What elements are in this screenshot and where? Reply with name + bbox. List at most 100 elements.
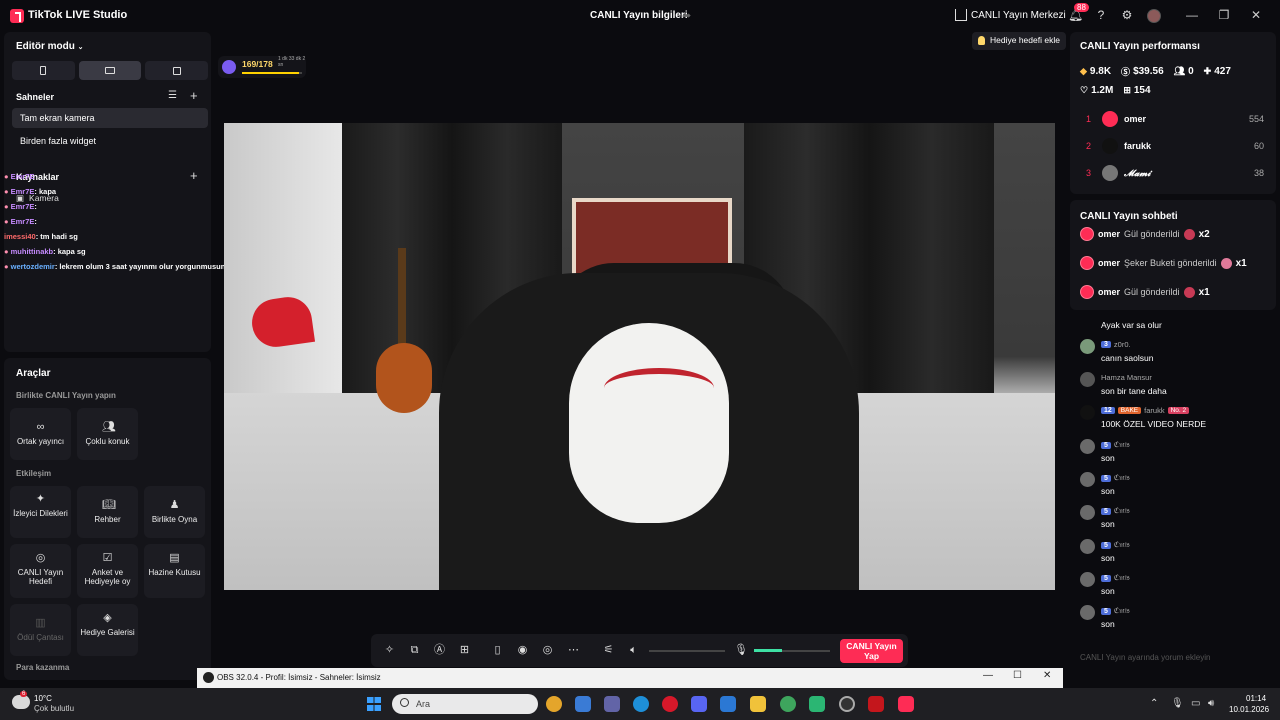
cloud-icon[interactable] [12, 695, 30, 709]
avatar [1080, 227, 1094, 241]
avatar [1080, 539, 1095, 554]
more-icon[interactable]: ⋯ [567, 644, 580, 657]
editor-mode-dropdown[interactable]: Editör modu ⌄ [16, 41, 84, 52]
share-icon[interactable]: ➦ [682, 9, 694, 22]
tool-reward-bag[interactable]: ▥ Ödül Çantası [10, 604, 71, 656]
gift-row: omer Gül gönderildi x1 [1080, 283, 1270, 301]
streak-value: 169/178 [242, 59, 273, 69]
mic-volume-fill [754, 649, 782, 652]
overlay-line: ● Emr7E: kapa [4, 187, 57, 196]
maximize-icon[interactable]: ☐ [1013, 670, 1022, 681]
capture-icon[interactable]: ◎ [541, 644, 554, 657]
effects-icon[interactable]: ⧉ [408, 644, 421, 657]
heart-icon: ♡ [1080, 85, 1089, 95]
chat-input[interactable]: CANLI Yayın ayarında yorum ekleyin [1072, 650, 1268, 668]
ranking-row[interactable]: 2 farukk 60 [1080, 136, 1266, 158]
rotate-mode-button[interactable] [145, 61, 209, 80]
speaker-icon[interactable]: 🔈︎ [627, 644, 640, 657]
search-placeholder: Ara [416, 699, 431, 709]
checkbox-icon: ☑ [102, 552, 113, 564]
speaker-volume-slider[interactable] [649, 650, 725, 652]
chat-overlay: ● Emr7E ● Emr7E: kapa ● Emr7E: ● Emr7E: … [4, 172, 225, 277]
maximize-icon[interactable]: ❐ [1216, 7, 1232, 23]
help-icon[interactable]: ? [1094, 8, 1108, 22]
phone-icon[interactable]: ▯ [491, 644, 504, 657]
display-icon[interactable]: ▭ [1191, 698, 1200, 709]
clock-time[interactable]: 01:14 [1246, 694, 1266, 703]
edge-icon[interactable] [633, 696, 649, 712]
obs-window-bar[interactable]: OBS 32.0.4 - Profil: İsimsiz - Sahneler:… [197, 668, 1063, 688]
tool-gift-gallery[interactable]: ◈ Hediye Galerisi [77, 604, 138, 656]
tool-viewer-wishes[interactable]: ✦ İzleyici Dilekleri [10, 486, 71, 538]
overlay-line: imessi40: tm hadi sg [4, 232, 78, 241]
list-icon[interactable]: ☰ [168, 90, 177, 101]
chrome-profile-icon[interactable] [780, 696, 796, 712]
go-live-button[interactable]: CANLI Yayın Yap [840, 639, 903, 663]
minimize-icon[interactable]: — [1184, 7, 1200, 23]
phone-icon [40, 66, 47, 75]
avatar [1080, 439, 1095, 454]
close-icon[interactable]: ✕ [1248, 7, 1264, 23]
wish-icon: ✦ [35, 493, 46, 505]
scene-item-multi-widget[interactable]: Birden fazla widget [12, 131, 208, 151]
portrait-mode-button[interactable] [12, 61, 75, 80]
tool-multi-guest[interactable]: 👥︎ Çoklu konuk [77, 408, 138, 460]
ai-icon[interactable]: Ⓐ [433, 644, 446, 657]
chevron-up-icon[interactable]: ⌃ [1150, 698, 1158, 709]
ranking-row[interactable]: 3 𝓜𝓪𝓶𝓲 38 [1080, 163, 1266, 185]
taskbar-search[interactable]: Ara [392, 694, 538, 714]
tool-treasure-box[interactable]: ▤ Hazine Kutusu [144, 544, 205, 598]
live-info-button[interactable]: CANLI Yayın bilgileri [590, 10, 688, 21]
search-icon [400, 698, 409, 707]
tiktok-taskbar-icon[interactable] [898, 696, 914, 712]
scene-item-fullscreen-camera[interactable]: Tam ekran kamera [12, 108, 208, 128]
chrome-icon[interactable] [546, 696, 562, 712]
book-icon: 📖︎ [102, 499, 116, 511]
title-bar: TikTok LIVE Studio CANLI Yayın bilgileri… [0, 0, 1280, 32]
streak-time: 1 dk 33 dk 2 sn [278, 56, 306, 68]
level-badge: 5 [1101, 541, 1111, 549]
record-icon[interactable]: ◉ [516, 644, 529, 657]
skull-mask [569, 323, 729, 523]
tool-live-goal[interactable]: ◎ CANLI Yayın Hedefi [10, 544, 71, 598]
settings-sliders-icon[interactable]: ⚟ [602, 644, 615, 657]
live-center-button[interactable]: CANLI Yayın Merkezi [955, 9, 1066, 21]
opera-icon[interactable] [662, 696, 678, 712]
mail-icon[interactable] [720, 696, 736, 712]
rose-icon [1183, 286, 1195, 298]
app-icon[interactable] [809, 696, 825, 712]
add-scene-icon[interactable]: + [190, 88, 198, 103]
add-gift-goal-button[interactable]: Hediye hedefi ekle [972, 32, 1066, 50]
clock-date[interactable]: 10.01.2026 [1229, 705, 1269, 714]
ranking-row[interactable]: 1 omer 554 [1080, 109, 1266, 131]
video-preview[interactable] [224, 123, 1055, 590]
minimize-icon[interactable]: — [983, 670, 993, 681]
guitar-neck [398, 248, 406, 348]
profile-avatar[interactable] [1147, 9, 1161, 23]
obs-taskbar-icon[interactable] [839, 696, 855, 712]
editor-mode-label: Editör modu [16, 41, 75, 52]
avatar [1080, 505, 1095, 520]
teams-icon[interactable] [604, 696, 620, 712]
store-icon[interactable] [575, 696, 591, 712]
microphone-tray-icon[interactable]: 🎙︎ [1171, 698, 1184, 709]
tool-cohost[interactable]: ∞ Ortak yayıncı [10, 408, 71, 460]
magic-wand-icon[interactable]: ✧ [383, 644, 396, 657]
gear-icon[interactable]: ⚙ [1120, 8, 1134, 22]
close-icon[interactable]: ✕ [1043, 670, 1051, 681]
streak-widget[interactable]: 169/178 1 dk 33 dk 2 sn [218, 56, 306, 78]
avatar [1102, 138, 1118, 154]
performance-title: CANLI Yayın performansı [1080, 41, 1200, 52]
landscape-mode-button[interactable] [78, 61, 142, 80]
youtube-icon[interactable] [868, 696, 884, 712]
folder-icon[interactable] [750, 696, 766, 712]
tool-play-together[interactable]: ♟ Birlikte Oyna [144, 486, 205, 538]
tool-guide[interactable]: 📖︎ Rehber [77, 486, 138, 538]
discord-icon[interactable] [691, 696, 707, 712]
tool-poll[interactable]: ☑ Anket ve Hediyeyle oy [77, 544, 138, 598]
add-media-icon[interactable]: ⊞ [458, 644, 471, 657]
volume-icon[interactable]: 🔊︎ [1208, 698, 1214, 709]
weather-desc: Çok bulutlu [34, 704, 75, 713]
windows-start-icon[interactable] [367, 697, 381, 711]
microphone-icon[interactable]: 🎙︎ [734, 644, 748, 657]
